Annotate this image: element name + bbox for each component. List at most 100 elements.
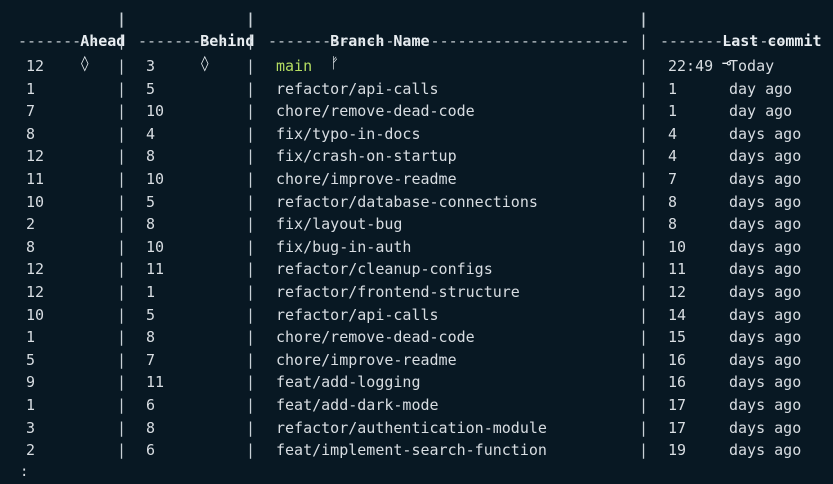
column-divider: |: [639, 192, 649, 211]
ahead-value: 12: [26, 260, 45, 279]
table-row[interactable]: 12 | 1 | refactor/frontend-structure | 12 days …: [0, 281, 833, 303]
commit-age-unit: days ago: [729, 215, 802, 234]
column-divider: |: [117, 192, 127, 211]
branch-name: chore/remove-dead-code: [276, 328, 475, 347]
branch-name: main: [276, 57, 313, 75]
column-divider: |: [117, 260, 127, 279]
table-row[interactable]: 12 | 8 | fix/crash-on-startup | 4 days ago: [0, 145, 833, 167]
column-divider: |: [246, 260, 256, 279]
table-row[interactable]: 8 | 4 | fix/typo-in-docs | 4 days ago: [0, 123, 833, 145]
table-row[interactable]: 2 | 6 | feat/implement-search-function | 19 day…: [0, 439, 833, 461]
table-row[interactable]: 5 | 7 | chore/improve-readme | 16 days ago: [0, 349, 833, 371]
behind-value: 11: [146, 373, 165, 392]
commit-age-unit: days ago: [729, 260, 802, 279]
table-row[interactable]: 1 | 5 | refactor/api-calls | 1 day ago: [0, 78, 833, 100]
table-row[interactable]: 10 | 5 | refactor/database-connections | 8 days…: [0, 191, 833, 213]
branch-name: fix/bug-in-auth: [276, 237, 412, 256]
column-divider: |: [246, 237, 256, 256]
column-divider: |: [639, 396, 649, 414]
commit-age-value: 17: [668, 418, 687, 437]
column-divider: |: [639, 57, 649, 75]
commit-age-unit: day ago: [729, 102, 793, 121]
column-divider: |: [246, 350, 256, 369]
column-divider: |: [117, 441, 127, 460]
table-row[interactable]: 1 | 6 | feat/add-dark-mode | 17 days ago: [0, 394, 833, 416]
branch-name: fix/layout-bug: [276, 215, 403, 234]
ahead-value: 1: [26, 328, 36, 347]
behind-value: 10: [146, 237, 165, 256]
behind-value: 10: [146, 170, 165, 188]
commit-age-unit: Today: [729, 57, 775, 75]
table-header: Ahead ◊ | Behind ◊ | Branch Name ᚠ | Las…: [0, 8, 833, 72]
column-divider: |: [117, 373, 127, 392]
behind-value: 1: [146, 283, 156, 301]
column-divider: |: [246, 418, 256, 437]
table-row[interactable]: 9 | 11 | feat/add-logging | 16 days ago: [0, 371, 833, 393]
branch-name: chore/remove-dead-code: [276, 102, 475, 121]
table-row[interactable]: 10 | 5 | refactor/api-calls | 14 days ago: [0, 304, 833, 326]
table-row[interactable]: 7 | 10 | chore/remove-dead-code | 1 day ago: [0, 100, 833, 122]
branch-name: refactor/api-calls: [276, 305, 439, 324]
branch-name: refactor/api-calls: [276, 79, 439, 98]
ahead-value: 8: [26, 124, 36, 143]
ahead-value: 9: [26, 373, 36, 392]
commit-age-unit: days ago: [729, 237, 802, 256]
column-divider: |: [117, 102, 127, 121]
ahead-value: 11: [26, 170, 45, 188]
pager-prompt[interactable]: :: [20, 464, 28, 480]
table-row[interactable]: 11 | 10 | chore/improve-readme | 7 days ago: [0, 168, 833, 190]
table-row[interactable]: 3 | 8 | refactor/authentication-module | 17 day…: [0, 417, 833, 439]
column-divider: |: [639, 79, 649, 98]
column-divider: |: [639, 350, 649, 369]
behind-value: 5: [146, 305, 156, 324]
column-divider: |: [246, 192, 256, 211]
table-row[interactable]: 8 | 10 | fix/bug-in-auth | 10 days ago: [0, 236, 833, 258]
commit-age-value: 19: [668, 441, 687, 460]
branch-name: refactor/database-connections: [276, 192, 538, 211]
column-divider: |: [246, 170, 256, 188]
behind-value: 7: [146, 350, 156, 369]
commit-age-value: 1: [668, 102, 678, 121]
column-divider: |: [639, 124, 649, 143]
table-row[interactable]: 2 | 8 | fix/layout-bug | 8 days ago: [0, 213, 833, 235]
column-divider: |: [117, 215, 127, 234]
commit-age-unit: days ago: [729, 441, 802, 460]
column-divider: |: [117, 418, 127, 437]
terminal-window: Ahead ◊ | Behind ◊ | Branch Name ᚠ | Las…: [0, 0, 833, 484]
ahead-value: 12: [26, 283, 45, 301]
behind-value: 6: [146, 441, 156, 460]
commit-age-value: 8: [668, 215, 678, 234]
column-divider: |: [246, 147, 256, 166]
commit-age-unit: days ago: [729, 192, 802, 211]
column-divider: |: [246, 441, 256, 460]
column-divider: |: [117, 32, 127, 50]
table-row[interactable]: 12 | 3 | main | 22:49 Today: [0, 55, 833, 77]
behind-value: 4: [146, 124, 156, 143]
ahead-value: 8: [26, 237, 36, 256]
column-divider: |: [117, 350, 127, 369]
column-divider: |: [117, 124, 127, 143]
commit-age-unit: days ago: [729, 170, 802, 188]
header-separator: --------- | ---------- | ---------------…: [0, 32, 833, 50]
commit-age-value: 14: [668, 305, 687, 324]
branch-name: fix/typo-in-docs: [276, 124, 421, 143]
commit-age-value: 4: [668, 147, 678, 166]
column-divider: |: [246, 328, 256, 347]
separator-behind: ----------: [138, 32, 229, 50]
column-divider: |: [117, 79, 127, 98]
behind-value: 5: [146, 79, 156, 98]
ahead-value: 3: [26, 418, 36, 437]
column-divider: |: [639, 215, 649, 234]
column-divider: |: [117, 237, 127, 256]
branch-name: feat/implement-search-function: [276, 441, 547, 460]
table-row[interactable]: 12 | 11 | refactor/cleanup-configs | 11 days ag…: [0, 258, 833, 280]
column-divider: |: [639, 418, 649, 437]
table-row[interactable]: 1 | 8 | chore/remove-dead-code | 15 days ago: [0, 326, 833, 348]
ahead-value: 1: [26, 79, 36, 98]
column-divider: |: [639, 328, 649, 347]
behind-value: 8: [146, 147, 156, 166]
column-divider: |: [639, 10, 649, 28]
ahead-value: 2: [26, 441, 36, 460]
commit-age-value: 22:49: [668, 57, 714, 75]
commit-age-value: 4: [668, 124, 678, 143]
